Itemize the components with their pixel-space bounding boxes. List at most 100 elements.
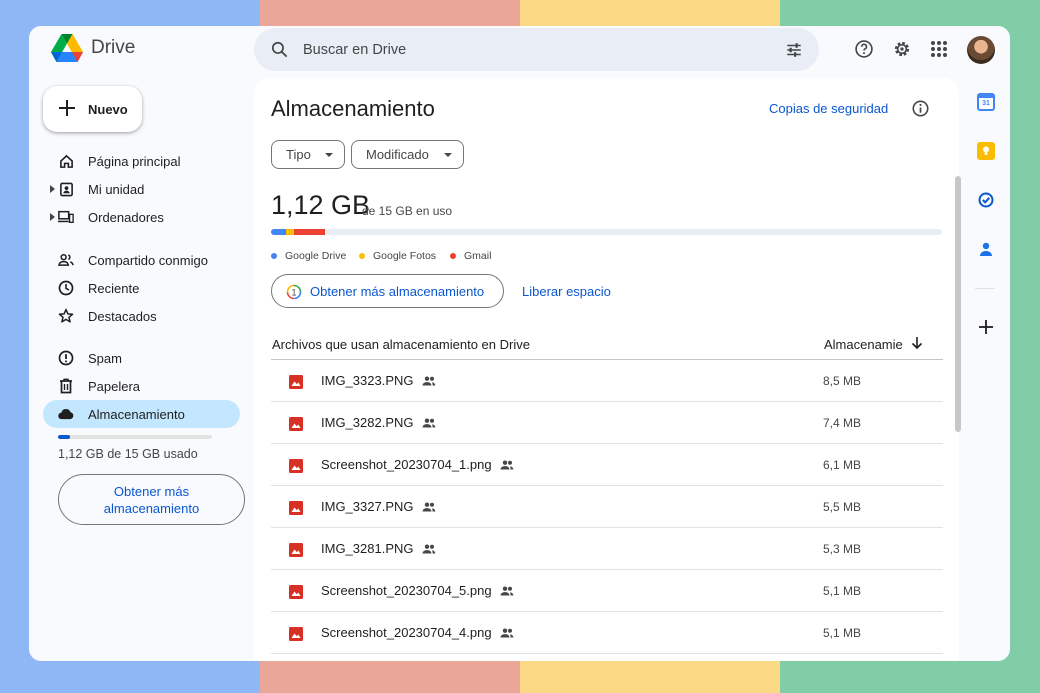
shared-icon [422, 418, 435, 427]
table-row[interactable]: Screenshot_20230704_4.png 5,1 MB [271, 612, 943, 654]
dropdown-arrow-icon [325, 153, 333, 157]
keep-icon[interactable] [977, 142, 995, 160]
calendar-icon[interactable]: 31 [977, 93, 995, 111]
sidebar-item-storage[interactable]: Almacenamiento [43, 400, 240, 428]
file-size: 5,3 MB [823, 542, 862, 556]
info-icon[interactable] [912, 100, 929, 117]
new-button[interactable]: Nuevo [43, 86, 142, 132]
file-name: IMG_3282.PNG [321, 415, 414, 430]
search-options-icon[interactable] [785, 41, 803, 59]
legend-label: Google Drive [285, 250, 347, 262]
new-button-label: Nuevo [88, 101, 128, 117]
file-size: 8,5 MB [823, 374, 862, 388]
image-file-icon [289, 417, 303, 431]
search-bar[interactable]: Buscar en Drive [254, 28, 819, 71]
sidebar-item-my-drive[interactable]: Mi unidad [43, 175, 240, 203]
sidebar-item-label: Papelera [88, 378, 141, 394]
table-row[interactable]: Screenshot_20230704_5.png 5,1 MB [271, 570, 943, 612]
sidebar-item-label: Mi unidad [88, 181, 145, 197]
shared-icon [422, 376, 435, 385]
upgrade-storage-label: Obtener más almacenamiento [310, 283, 485, 299]
caret-right-icon[interactable] [50, 213, 55, 221]
avatar[interactable] [967, 36, 995, 64]
home-icon [58, 153, 74, 169]
upgrade-storage-button[interactable]: 1 Obtener más almacenamiento [271, 274, 504, 308]
file-size: 5,1 MB [823, 584, 862, 598]
star-icon [58, 308, 74, 324]
sidebar-item-label: Página principal [88, 153, 181, 169]
sidebar-item-spam[interactable]: Spam [43, 344, 240, 372]
sidebar-item-label: Ordenadores [88, 209, 164, 225]
file-name: Screenshot_20230704_5.png [321, 583, 492, 598]
trash-icon [58, 378, 74, 394]
svg-text:1: 1 [291, 287, 296, 297]
legend-dot [450, 253, 456, 259]
sidebar-item-label: Reciente [88, 280, 140, 296]
sidebar-item-home[interactable]: Página principal [43, 147, 240, 175]
sidebar-item-label: Almacenamiento [88, 406, 185, 422]
gear-icon[interactable] [891, 38, 913, 60]
tasks-icon[interactable] [977, 191, 995, 209]
filter-type-chip[interactable]: Tipo [271, 140, 345, 169]
image-file-icon [289, 501, 303, 515]
table-row[interactable]: IMG_3323.PNG 8,5 MB [271, 360, 943, 402]
caret-right-icon[interactable] [50, 185, 55, 193]
rail-divider [975, 288, 995, 289]
filter-modified-chip[interactable]: Modificado [351, 140, 464, 169]
usage-bar [271, 229, 942, 235]
shared-icon [500, 628, 513, 637]
image-file-icon [289, 543, 303, 557]
image-file-icon [289, 585, 303, 599]
file-size: 7,4 MB [823, 416, 862, 430]
legend-gmail: Gmail [450, 250, 491, 262]
quota-bar-fill [58, 435, 70, 439]
shared-icon [422, 502, 435, 511]
drive-logo[interactable]: Drive [51, 34, 135, 62]
get-more-storage-button[interactable]: Obtener más almacenamiento [58, 474, 245, 525]
image-file-icon [289, 375, 303, 389]
plus-icon [59, 100, 75, 116]
google-one-icon: 1 [286, 284, 302, 300]
sidebar-item-shared[interactable]: Compartido conmigo [43, 246, 240, 274]
table-row[interactable]: IMG_3282.PNG 7,4 MB [271, 402, 943, 444]
column-storage[interactable]: Almacenamiento [824, 337, 903, 352]
sidebar-item-starred[interactable]: Destacados [43, 302, 240, 330]
file-name: IMG_3281.PNG [321, 541, 414, 556]
shared-icon [500, 460, 513, 469]
add-icon[interactable] [978, 319, 994, 335]
file-name: Screenshot_20230704_4.png [321, 625, 492, 640]
backup-link[interactable]: Copias de seguridad [769, 101, 888, 116]
file-name: Screenshot_20230704_1.png [321, 457, 492, 472]
sidebar-item-recent[interactable]: Reciente [43, 274, 240, 302]
filter-type-label: Tipo [286, 147, 311, 162]
file-size: 6,1 MB [823, 458, 862, 472]
contacts-icon[interactable] [977, 240, 995, 258]
sidebar-item-trash[interactable]: Papelera [43, 372, 240, 400]
legend-label: Gmail [464, 250, 492, 262]
legend-dot [359, 253, 365, 259]
shared-icon [500, 586, 513, 595]
help-icon[interactable] [853, 38, 875, 60]
table-row[interactable]: IMG_3327.PNG 5,5 MB [271, 486, 943, 528]
storage-used-of: de 15 GB en uso [362, 204, 453, 218]
table-row[interactable]: Screenshot_20230704_1.png 6,1 MB [271, 444, 943, 486]
legend-label: Google Fotos [373, 250, 437, 262]
usage-segment-photos [286, 229, 295, 235]
image-file-icon [289, 627, 303, 641]
apps-grid-icon[interactable] [928, 38, 950, 60]
file-name: IMG_3323.PNG [321, 373, 414, 388]
shared-icon [422, 544, 435, 553]
file-name: IMG_3327.PNG [321, 499, 414, 514]
storage-used-amount: 1,12 GB [271, 190, 371, 220]
main-panel: Almacenamiento Copias de seguridad Tipo … [254, 78, 959, 661]
sidebar-item-label: Spam [88, 350, 122, 366]
file-size: 5,5 MB [823, 500, 862, 514]
sidebar-item-computers[interactable]: Ordenadores [43, 203, 240, 231]
search-icon[interactable] [270, 40, 289, 59]
sort-down-icon[interactable] [911, 336, 923, 350]
search-input[interactable]: Buscar en Drive [303, 42, 406, 58]
legend-photos: Google Fotos [359, 250, 436, 262]
scrollbar[interactable] [955, 176, 961, 432]
table-row[interactable]: IMG_3281.PNG 5,3 MB [271, 528, 943, 570]
free-space-link[interactable]: Liberar espacio [522, 284, 611, 299]
